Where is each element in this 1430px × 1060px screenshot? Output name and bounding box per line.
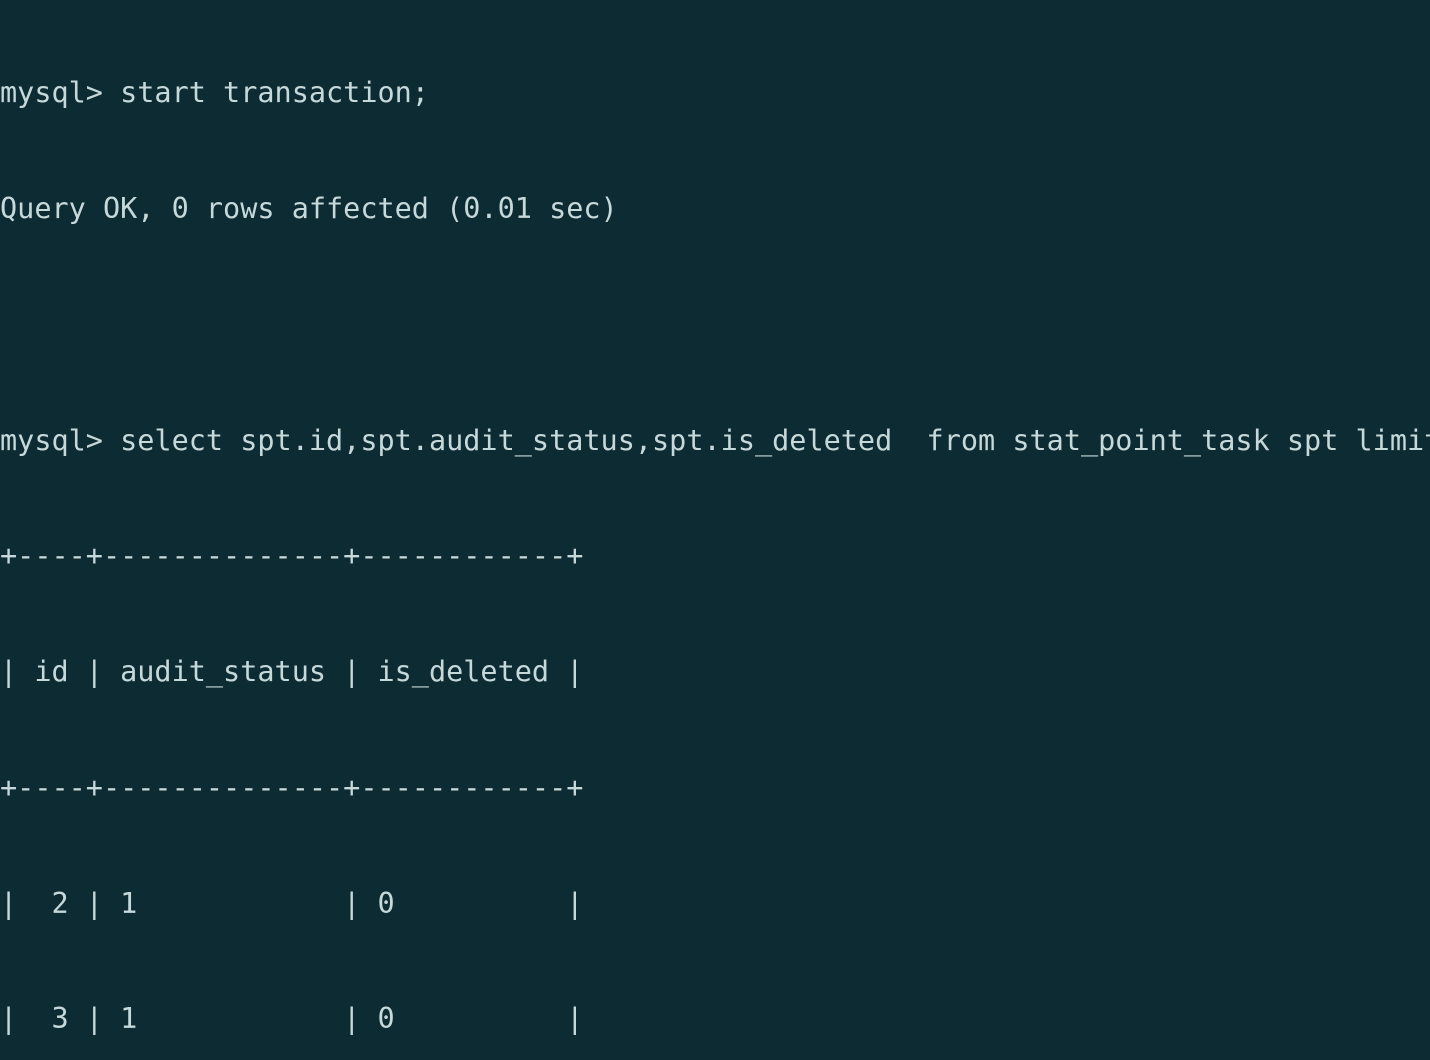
terminal-screen[interactable]: mysql> start transaction; Query OK, 0 ro… <box>0 0 1430 1035</box>
terminal-line-command-select: mysql> select spt.id,spt.audit_status,sp… <box>0 423 1430 457</box>
table-border-header: +----+--------------+------------+ <box>0 770 584 804</box>
table-row: | 3 | 1 | 0 | <box>0 1002 584 1036</box>
table-row: | 2 | 1 | 0 | <box>0 886 584 920</box>
table-header-row: | id | audit_status | is_deleted | <box>0 655 584 689</box>
table-border-top: +----+--------------+------------+ <box>0 539 584 573</box>
terminal-line-command-start-transaction: mysql> start transaction; <box>0 76 429 110</box>
terminal-line-query-ok: Query OK, 0 rows affected (0.01 sec) <box>0 191 618 225</box>
